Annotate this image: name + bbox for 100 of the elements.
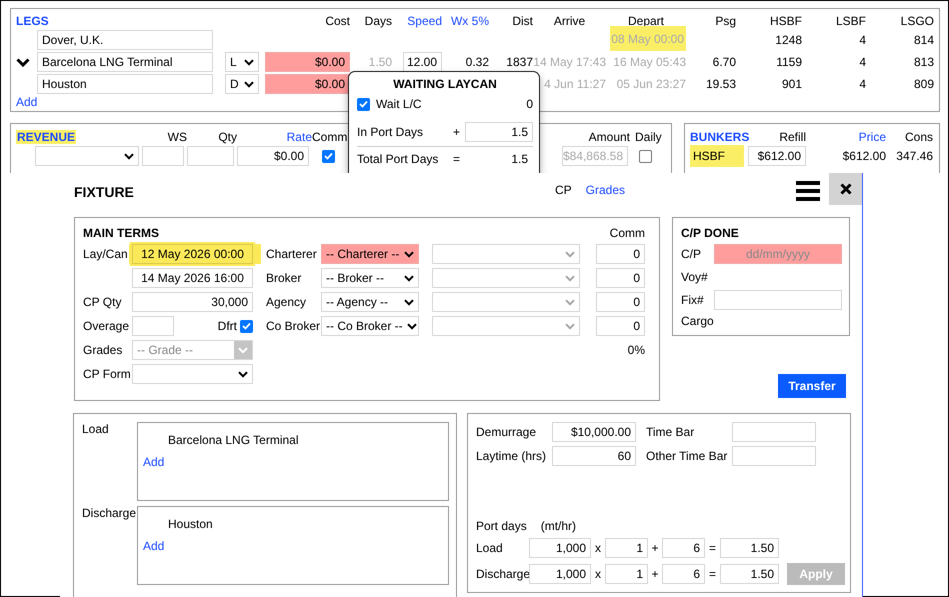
factor-field[interactable]: 1	[605, 538, 648, 558]
party-select[interactable]: -- Co Broker --	[321, 316, 419, 336]
field-label: Lay/Can	[83, 247, 129, 261]
operator: x	[594, 541, 602, 555]
input-field[interactable]: 60	[552, 446, 636, 466]
result-field[interactable]: 1.50	[720, 564, 779, 584]
checkbox[interactable]	[357, 98, 370, 110]
qty-field[interactable]	[187, 146, 234, 166]
field-label: Other Time Bar	[646, 449, 728, 463]
add-link[interactable]: Add	[16, 95, 38, 109]
arrive-time: 14 May 17:43	[533, 55, 606, 69]
add-link[interactable]: Add	[143, 539, 164, 553]
field-label: Overage	[83, 319, 130, 333]
caret-icon	[565, 250, 575, 258]
hsbf-value: 1248	[774, 33, 802, 47]
operator: =	[708, 541, 717, 555]
overage-field[interactable]	[132, 316, 174, 336]
column-header: LSBF	[834, 14, 866, 28]
column-link[interactable]: Price	[806, 130, 886, 144]
field-label: C/P	[681, 247, 702, 261]
add-link[interactable]: Add	[143, 455, 164, 469]
port-name: Houston	[167, 517, 214, 531]
section-title: REVENUE	[16, 130, 76, 144]
cost-field[interactable]: $0.00	[265, 52, 350, 72]
menu-icon[interactable]	[796, 181, 820, 201]
field-label: Charterer	[266, 247, 318, 261]
days-value: 1.50	[368, 55, 392, 69]
contact-select[interactable]	[432, 292, 580, 312]
chevron-icon[interactable]	[16, 58, 30, 66]
speed-field[interactable]: 12.00	[403, 52, 442, 72]
hours-field[interactable]: 6	[662, 538, 705, 558]
party-select[interactable]: -- Broker --	[321, 268, 419, 288]
rate-field[interactable]: 1,000	[529, 564, 591, 584]
column-link[interactable]: Speed	[392, 14, 442, 28]
port-name: Barcelona LNG Terminal	[167, 433, 300, 447]
result-field[interactable]: 1.50	[720, 538, 779, 558]
operator: x	[594, 567, 602, 581]
psg-value: 19.53	[704, 77, 736, 91]
cons-value: 347.46	[895, 149, 933, 163]
checkbox[interactable]	[639, 150, 652, 162]
grade-select[interactable]	[35, 146, 139, 166]
input-field[interactable]	[732, 422, 816, 442]
column-link[interactable]: Rate	[237, 130, 312, 144]
field-label: CP Form	[83, 367, 132, 381]
field-label: Time Bar	[646, 425, 696, 439]
cost-field[interactable]: $0.00	[265, 74, 350, 94]
tab[interactable]: CP	[554, 183, 572, 197]
field-label: In Port Days	[357, 125, 424, 139]
caret-icon	[124, 152, 134, 160]
comm-field[interactable]: 0	[596, 244, 645, 264]
port-days-field[interactable]: 1.5	[465, 122, 533, 142]
section-label: Port days	[476, 519, 527, 533]
close-button[interactable]	[829, 173, 862, 205]
lsgo-value: 814	[912, 33, 934, 47]
transfer-button[interactable]: Transfer	[778, 374, 846, 398]
checkbox[interactable]	[322, 150, 335, 162]
caret-icon	[565, 274, 575, 282]
lsgo-value: 813	[912, 55, 934, 69]
type-select[interactable]: D	[225, 74, 259, 94]
contact-select[interactable]	[432, 268, 580, 288]
rate-field[interactable]: $0.00	[237, 146, 309, 166]
field-label: Total Port Days	[357, 152, 440, 166]
port-field[interactable]: Houston	[37, 74, 213, 94]
column-header: Refill	[778, 130, 806, 144]
lsbf-value: 4	[858, 55, 866, 69]
column-header: Psg	[714, 14, 736, 28]
cp-form-select[interactable]	[132, 364, 253, 384]
comm-field[interactable]: 0	[596, 268, 645, 288]
checkbox[interactable]	[240, 320, 253, 332]
column-header: Dist	[511, 14, 533, 28]
rate-field[interactable]: 1,000	[529, 538, 591, 558]
contact-select[interactable]	[432, 316, 580, 336]
hours-field[interactable]: 6	[662, 564, 705, 584]
party-select[interactable]: -- Charterer --	[321, 244, 419, 264]
tab[interactable]: Grades	[586, 183, 625, 197]
field-label: Voy#	[681, 270, 709, 284]
section-title: LEGS	[16, 14, 50, 28]
input-field[interactable]: $10,000.00	[552, 422, 636, 442]
column-header: Cons	[904, 130, 933, 144]
type-select[interactable]: L	[225, 52, 259, 72]
factor-field[interactable]: 1	[605, 564, 648, 584]
column-header: Daily	[634, 130, 660, 144]
refill-field[interactable]: $612.00	[748, 146, 806, 166]
port-field[interactable]: Dover, U.K.	[37, 30, 213, 50]
party-select[interactable]: -- Agency --	[321, 292, 419, 312]
comm-field[interactable]: 0	[596, 292, 645, 312]
comm-field[interactable]: 0	[596, 316, 645, 336]
input-field[interactable]	[732, 446, 816, 466]
qty-field[interactable]: 30,000	[132, 292, 253, 312]
caret-icon	[404, 298, 414, 306]
fix-field[interactable]	[714, 290, 842, 310]
ws-field[interactable]	[142, 146, 184, 166]
contact-select[interactable]	[432, 244, 580, 264]
column-link[interactable]: Wx 5%	[442, 14, 489, 28]
field-label: Laytime (hrs)	[476, 449, 548, 463]
column-header: WS	[166, 130, 187, 144]
port-field[interactable]: Barcelona LNG Terminal	[37, 52, 213, 72]
date-field[interactable]: 14 May 2026 16:00	[132, 268, 253, 288]
column-header: Depart	[626, 14, 666, 28]
caret-icon	[406, 322, 417, 330]
